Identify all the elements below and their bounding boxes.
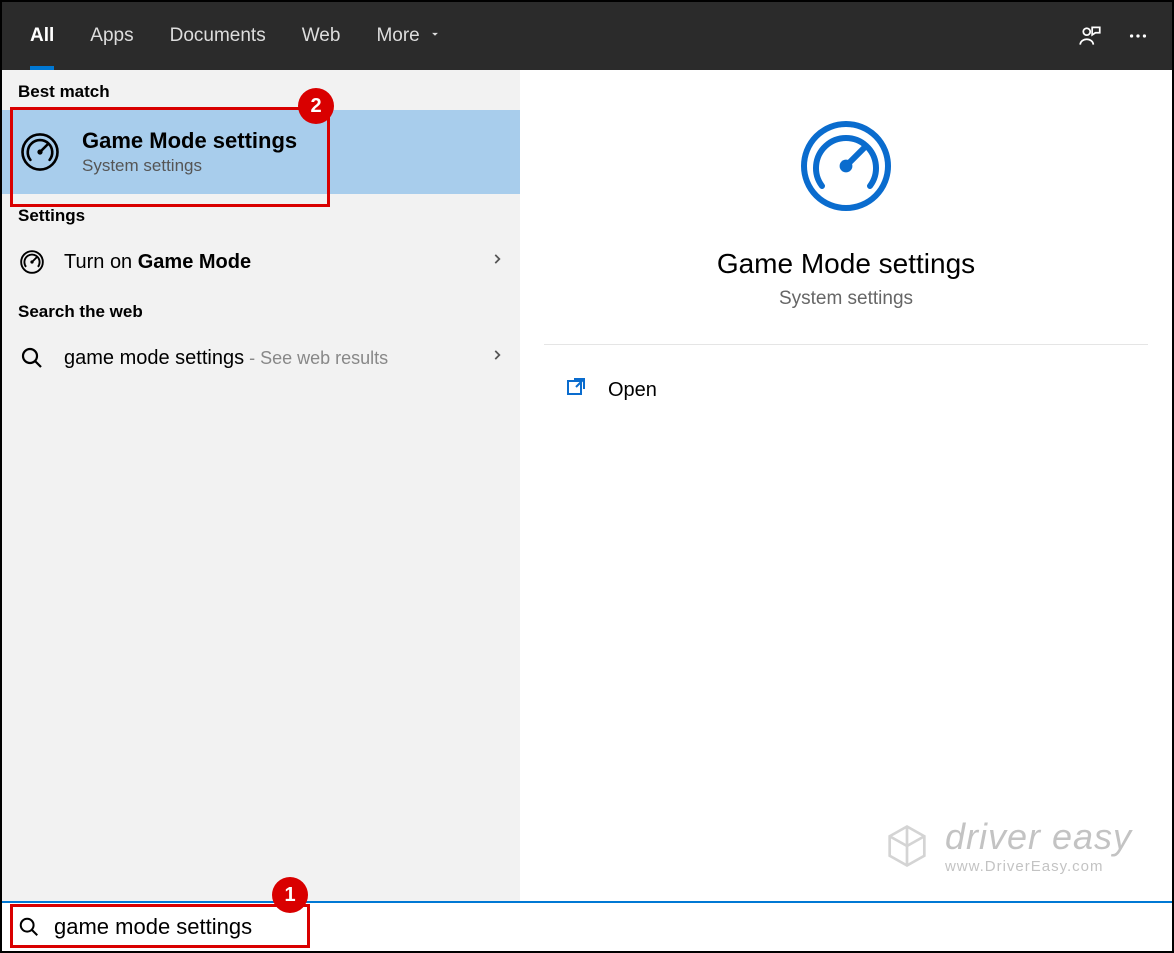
search-icon — [18, 344, 46, 372]
watermark: driver easy www.DriverEasy.com — [881, 816, 1132, 875]
watermark-url: www.DriverEasy.com — [945, 858, 1132, 875]
settings-result-bold: Game Mode — [138, 251, 251, 273]
search-bar[interactable] — [2, 901, 1172, 951]
open-action[interactable]: Open — [520, 345, 1172, 435]
chevron-right-icon — [490, 248, 504, 276]
tab-apps-label: Apps — [90, 25, 133, 47]
preview-pane: Game Mode settings System settings Open … — [520, 70, 1172, 905]
tab-more[interactable]: More — [358, 2, 459, 70]
preview-header: Game Mode settings System settings — [544, 70, 1148, 345]
gauge-icon — [18, 130, 62, 174]
gauge-icon — [18, 248, 46, 276]
tab-documents[interactable]: Documents — [152, 2, 284, 70]
watermark-title: driver easy — [945, 816, 1132, 857]
gauge-icon — [798, 118, 894, 214]
search-input[interactable] — [54, 914, 1156, 940]
settings-result-game-mode[interactable]: Turn on Game Mode — [2, 234, 520, 290]
preview-title: Game Mode settings — [717, 248, 975, 280]
chevron-right-icon — [490, 344, 504, 372]
tab-web[interactable]: Web — [284, 2, 359, 70]
best-match-title: Game Mode settings — [82, 128, 297, 154]
feedback-icon[interactable] — [1066, 12, 1114, 60]
web-suffix: - See web results — [244, 348, 388, 368]
tab-documents-label: Documents — [170, 25, 266, 47]
open-label: Open — [608, 379, 657, 402]
tab-apps[interactable]: Apps — [72, 2, 151, 70]
preview-subtitle: System settings — [779, 288, 913, 310]
best-match-result[interactable]: Game Mode settings System settings 2 — [2, 110, 520, 194]
search-icon — [18, 916, 40, 938]
section-best-match: Best match — [2, 70, 520, 110]
web-result[interactable]: game mode settings - See web results — [2, 330, 520, 386]
search-results-panel: Best match Game Mode settings System set… — [2, 70, 1172, 905]
more-options-icon[interactable] — [1114, 12, 1162, 60]
section-search-web: Search the web — [2, 290, 520, 330]
tab-more-label: More — [376, 25, 419, 47]
search-filter-tabs: All Apps Documents Web More — [2, 2, 1172, 70]
tab-web-label: Web — [302, 25, 341, 47]
open-icon — [564, 375, 588, 405]
web-result-text: game mode settings - See web results — [64, 347, 388, 370]
web-query: game mode settings — [64, 347, 244, 369]
section-settings: Settings — [2, 194, 520, 234]
tab-all-label: All — [30, 25, 54, 47]
best-match-subtitle: System settings — [82, 156, 297, 176]
results-list: Best match Game Mode settings System set… — [2, 70, 520, 905]
settings-row-text: Turn on Game Mode — [64, 251, 251, 274]
best-match-text: Game Mode settings System settings — [82, 128, 297, 176]
chevron-down-icon — [428, 25, 442, 47]
tab-all[interactable]: All — [12, 2, 72, 70]
settings-result-prefix: Turn on — [64, 251, 138, 273]
